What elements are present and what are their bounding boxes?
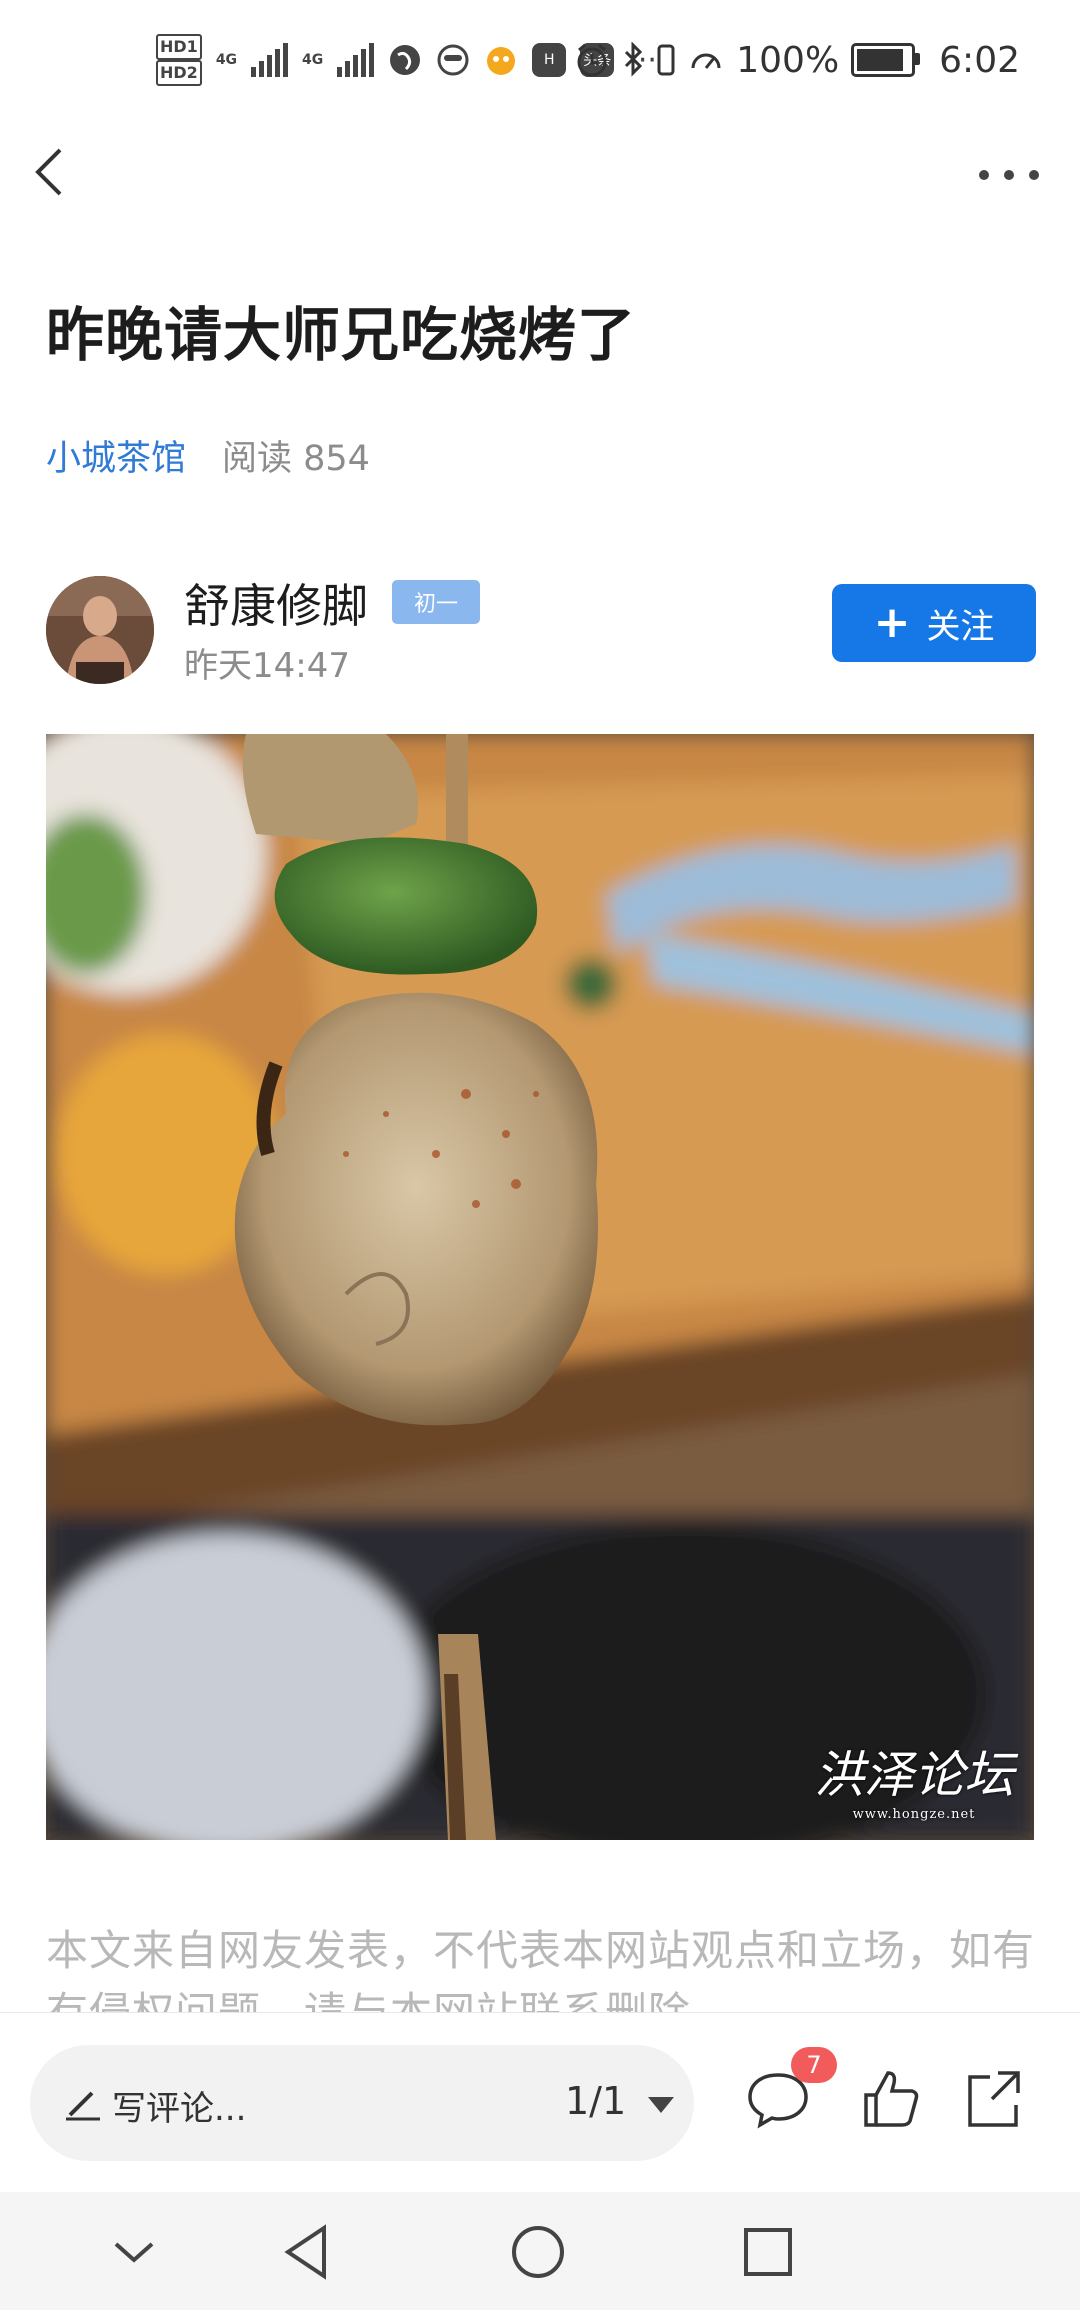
like-icon[interactable] xyxy=(856,2065,924,2133)
recents-square-icon[interactable] xyxy=(732,2216,804,2288)
chevron-left-icon[interactable] xyxy=(24,142,84,202)
home-circle-icon[interactable] xyxy=(502,2216,574,2288)
signal-icon-1 xyxy=(251,43,289,77)
post-time: 昨天14:47 xyxy=(184,646,350,686)
huawei-app-icon: H xyxy=(532,43,567,77)
comment-input[interactable]: 写评论... 1/1 xyxy=(30,2045,694,2161)
speed-icon xyxy=(691,53,721,69)
face-app-icon xyxy=(437,44,469,76)
bluetooth-icon xyxy=(625,42,643,77)
browser-icon xyxy=(390,45,421,75)
status-bar: HD1 HD2 4G 4G H 头条 ··· 100% 6:02 xyxy=(0,0,1080,120)
vibrate-icon xyxy=(657,44,675,76)
signal-icon-2 xyxy=(337,43,375,77)
level-badge: 初一 xyxy=(392,580,480,624)
hd1-label: HD1 xyxy=(156,34,202,60)
article-meta: 小城茶馆 阅读 854 xyxy=(46,430,370,481)
article-title: 昨晚请大师兄吃烧烤了 xyxy=(46,301,637,369)
avatar[interactable] xyxy=(46,576,154,684)
system-nav-bar xyxy=(0,2192,1080,2310)
pencil-icon xyxy=(66,2091,100,2121)
read-count: 阅读 854 xyxy=(222,439,370,479)
skewer-photo xyxy=(46,734,1034,1840)
battery-icon xyxy=(851,43,921,77)
comment-placeholder: 写评论... xyxy=(112,2089,247,2129)
chevron-down-icon[interactable] xyxy=(98,2216,170,2288)
dropdown-arrow-icon[interactable] xyxy=(648,2097,674,2113)
back-triangle-icon[interactable] xyxy=(272,2216,344,2288)
plus-icon: + xyxy=(873,597,911,648)
bottom-action-bar: 写评论... 1/1 7 xyxy=(0,2012,1080,2193)
network-type-2: 4G xyxy=(302,52,324,68)
nav-bar xyxy=(0,130,1080,220)
hd2-label: HD2 xyxy=(156,60,202,86)
follow-button[interactable]: + 关注 xyxy=(832,584,1036,662)
hd-indicator: HD1 HD2 xyxy=(156,34,202,86)
battery-percent: 100% xyxy=(736,39,840,81)
status-bar-right: 100% 6:02 xyxy=(574,28,1020,92)
share-icon[interactable] xyxy=(960,2065,1028,2133)
author-name[interactable]: 舒康修脚 xyxy=(184,570,368,636)
comment-count-badge: 7 xyxy=(791,2047,837,2083)
watermark-text: 洪泽论坛 xyxy=(814,1746,1014,1804)
more-dots-icon[interactable] xyxy=(974,160,1044,190)
clock: 6:02 xyxy=(939,39,1020,81)
cat-app-icon xyxy=(487,47,516,75)
watermark-logo: 洪泽论坛 www.hongze.net xyxy=(814,1735,1014,1822)
network-type-1: 4G xyxy=(215,52,238,68)
page-indicator[interactable]: 1/1 xyxy=(565,2079,626,2123)
alarm-icon xyxy=(577,43,607,77)
author-row: 舒康修脚 初一 昨天14:47 + 关注 xyxy=(46,570,1036,690)
follow-label: 关注 xyxy=(926,606,995,647)
article-image[interactable]: 洪泽论坛 www.hongze.net xyxy=(46,734,1034,1840)
watermark-url: www.hongze.net xyxy=(852,1807,976,1822)
category-link[interactable]: 小城茶馆 xyxy=(46,430,186,481)
